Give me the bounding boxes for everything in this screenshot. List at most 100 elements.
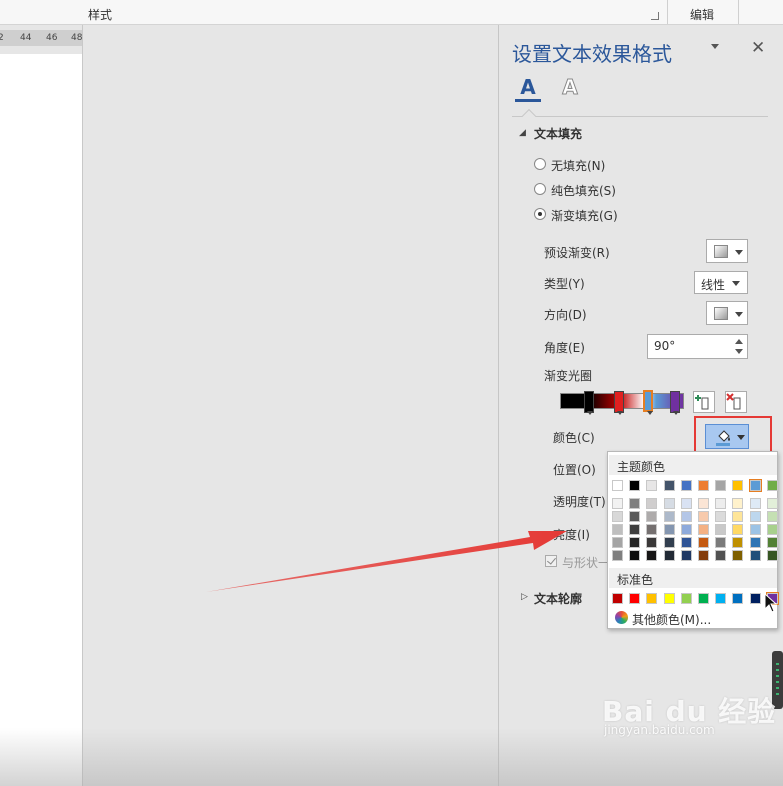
theme-tint-swatch[interactable] [629,498,641,509]
theme-color-swatch[interactable] [698,480,709,491]
theme-tint-swatch[interactable] [766,524,778,535]
standard-color-swatch[interactable] [749,593,761,604]
theme-tint-swatch[interactable] [715,511,727,522]
theme-tint-swatch[interactable] [646,550,658,561]
remove-gradient-stop-button[interactable] [725,391,747,413]
theme-tint-swatch[interactable] [698,511,709,522]
theme-tint-swatch[interactable] [698,524,709,535]
text-fill-section-header[interactable]: 文本填充 [534,125,582,142]
theme-tint-swatch[interactable] [766,511,778,522]
theme-tint-swatch[interactable] [612,524,623,535]
theme-tint-swatch[interactable] [612,498,623,509]
theme-tint-swatch[interactable] [629,511,641,522]
theme-tint-swatch[interactable] [732,511,744,522]
standard-color-swatch[interactable] [663,593,675,604]
pane-splitter[interactable] [498,25,499,786]
theme-tint-swatch[interactable] [629,524,641,535]
text-outline-section-header[interactable]: 文本轮廓 [534,590,582,607]
theme-tint-swatch[interactable] [646,537,658,548]
rotate-with-shape-checkbox[interactable] [545,555,557,567]
gradient-stop[interactable] [670,391,680,415]
theme-tint-swatch[interactable] [766,537,778,548]
theme-tint-swatch[interactable] [629,550,641,561]
standard-color-swatch[interactable] [732,593,744,604]
pane-options-chevron-icon[interactable] [711,44,719,49]
theme-tint-swatch[interactable] [680,511,692,522]
theme-color-swatch[interactable] [646,480,658,491]
theme-tint-swatch[interactable] [749,537,761,548]
theme-tint-swatch[interactable] [715,498,727,509]
standard-color-swatch[interactable] [680,593,692,604]
theme-tint-swatch[interactable] [612,511,623,522]
theme-tint-swatch[interactable] [732,498,744,509]
theme-color-swatch[interactable] [629,480,641,491]
theme-tint-swatch[interactable] [749,524,761,535]
gradient-stop[interactable] [584,391,594,415]
spin-down-icon[interactable] [735,349,743,354]
theme-tint-swatch[interactable] [663,511,675,522]
theme-tint-swatch[interactable] [732,550,744,561]
theme-tint-swatch[interactable] [749,511,761,522]
theme-tint-swatch[interactable] [680,537,692,548]
theme-tint-swatch[interactable] [663,537,675,548]
theme-tint-swatch[interactable] [646,498,658,509]
theme-tint-swatch[interactable] [680,550,692,561]
theme-color-swatch[interactable] [766,480,778,491]
document-page[interactable] [0,54,82,786]
preset-gradient-button[interactable] [706,239,748,263]
tab-text-effects[interactable]: A [557,76,583,102]
gradient-stop-selected[interactable] [643,390,653,415]
type-select[interactable]: 线性 [694,271,748,294]
radio-button[interactable] [534,158,546,170]
spin-up-icon[interactable] [735,339,743,344]
theme-tint-swatch[interactable] [698,537,709,548]
theme-tint-swatch[interactable] [715,537,727,548]
gradient-stop[interactable] [614,391,624,415]
theme-color-swatch[interactable] [663,480,675,491]
add-gradient-stop-button[interactable] [693,391,715,413]
tab-text-fill-outline[interactable]: A [515,76,541,102]
radio-button[interactable] [534,183,546,195]
remove-stop-icon [726,393,741,410]
direction-button[interactable] [706,301,748,325]
theme-color-swatch[interactable] [748,479,762,492]
theme-tint-swatch[interactable] [629,537,641,548]
theme-color-swatch[interactable] [680,480,692,491]
theme-tint-swatch[interactable] [749,550,761,561]
theme-tint-swatch[interactable] [663,524,675,535]
collapsed-arrow-icon[interactable]: ▷ [521,592,528,602]
color-label: 颜色(C) [553,431,595,445]
standard-color-swatch[interactable] [646,593,658,604]
radio-label: 纯色填充(S) [551,184,616,198]
theme-color-swatch[interactable] [612,480,623,491]
theme-color-swatch[interactable] [715,480,727,491]
expanded-arrow-icon[interactable]: ◢ [519,128,526,138]
standard-color-swatch[interactable] [612,593,623,604]
theme-tint-swatch[interactable] [766,550,778,561]
theme-tint-swatch[interactable] [680,524,692,535]
theme-tint-swatch[interactable] [766,498,778,509]
theme-tint-swatch[interactable] [698,498,709,509]
standard-color-swatch[interactable] [698,593,709,604]
theme-tint-swatch[interactable] [612,537,623,548]
styles-dialog-launcher-icon[interactable] [651,12,659,20]
theme-tint-swatch[interactable] [646,511,658,522]
theme-tint-swatch[interactable] [715,524,727,535]
theme-tint-swatch[interactable] [732,524,744,535]
theme-tint-swatch[interactable] [698,550,709,561]
theme-color-swatch[interactable] [732,480,744,491]
more-colors-menu-item[interactable]: 其他颜色(M)... [610,609,776,627]
angle-spinner[interactable]: 90° [647,334,748,359]
standard-color-swatch[interactable] [629,593,641,604]
theme-tint-swatch[interactable] [732,537,744,548]
close-icon[interactable]: ✕ [751,38,765,58]
theme-tint-swatch[interactable] [646,524,658,535]
theme-tint-swatch[interactable] [715,550,727,561]
standard-color-swatch[interactable] [715,593,727,604]
theme-tint-swatch[interactable] [612,550,623,561]
radio-button-checked[interactable] [534,208,546,220]
theme-tint-swatch[interactable] [749,498,761,509]
theme-tint-swatch[interactable] [680,498,692,509]
theme-tint-swatch[interactable] [663,498,675,509]
theme-tint-swatch[interactable] [663,550,675,561]
